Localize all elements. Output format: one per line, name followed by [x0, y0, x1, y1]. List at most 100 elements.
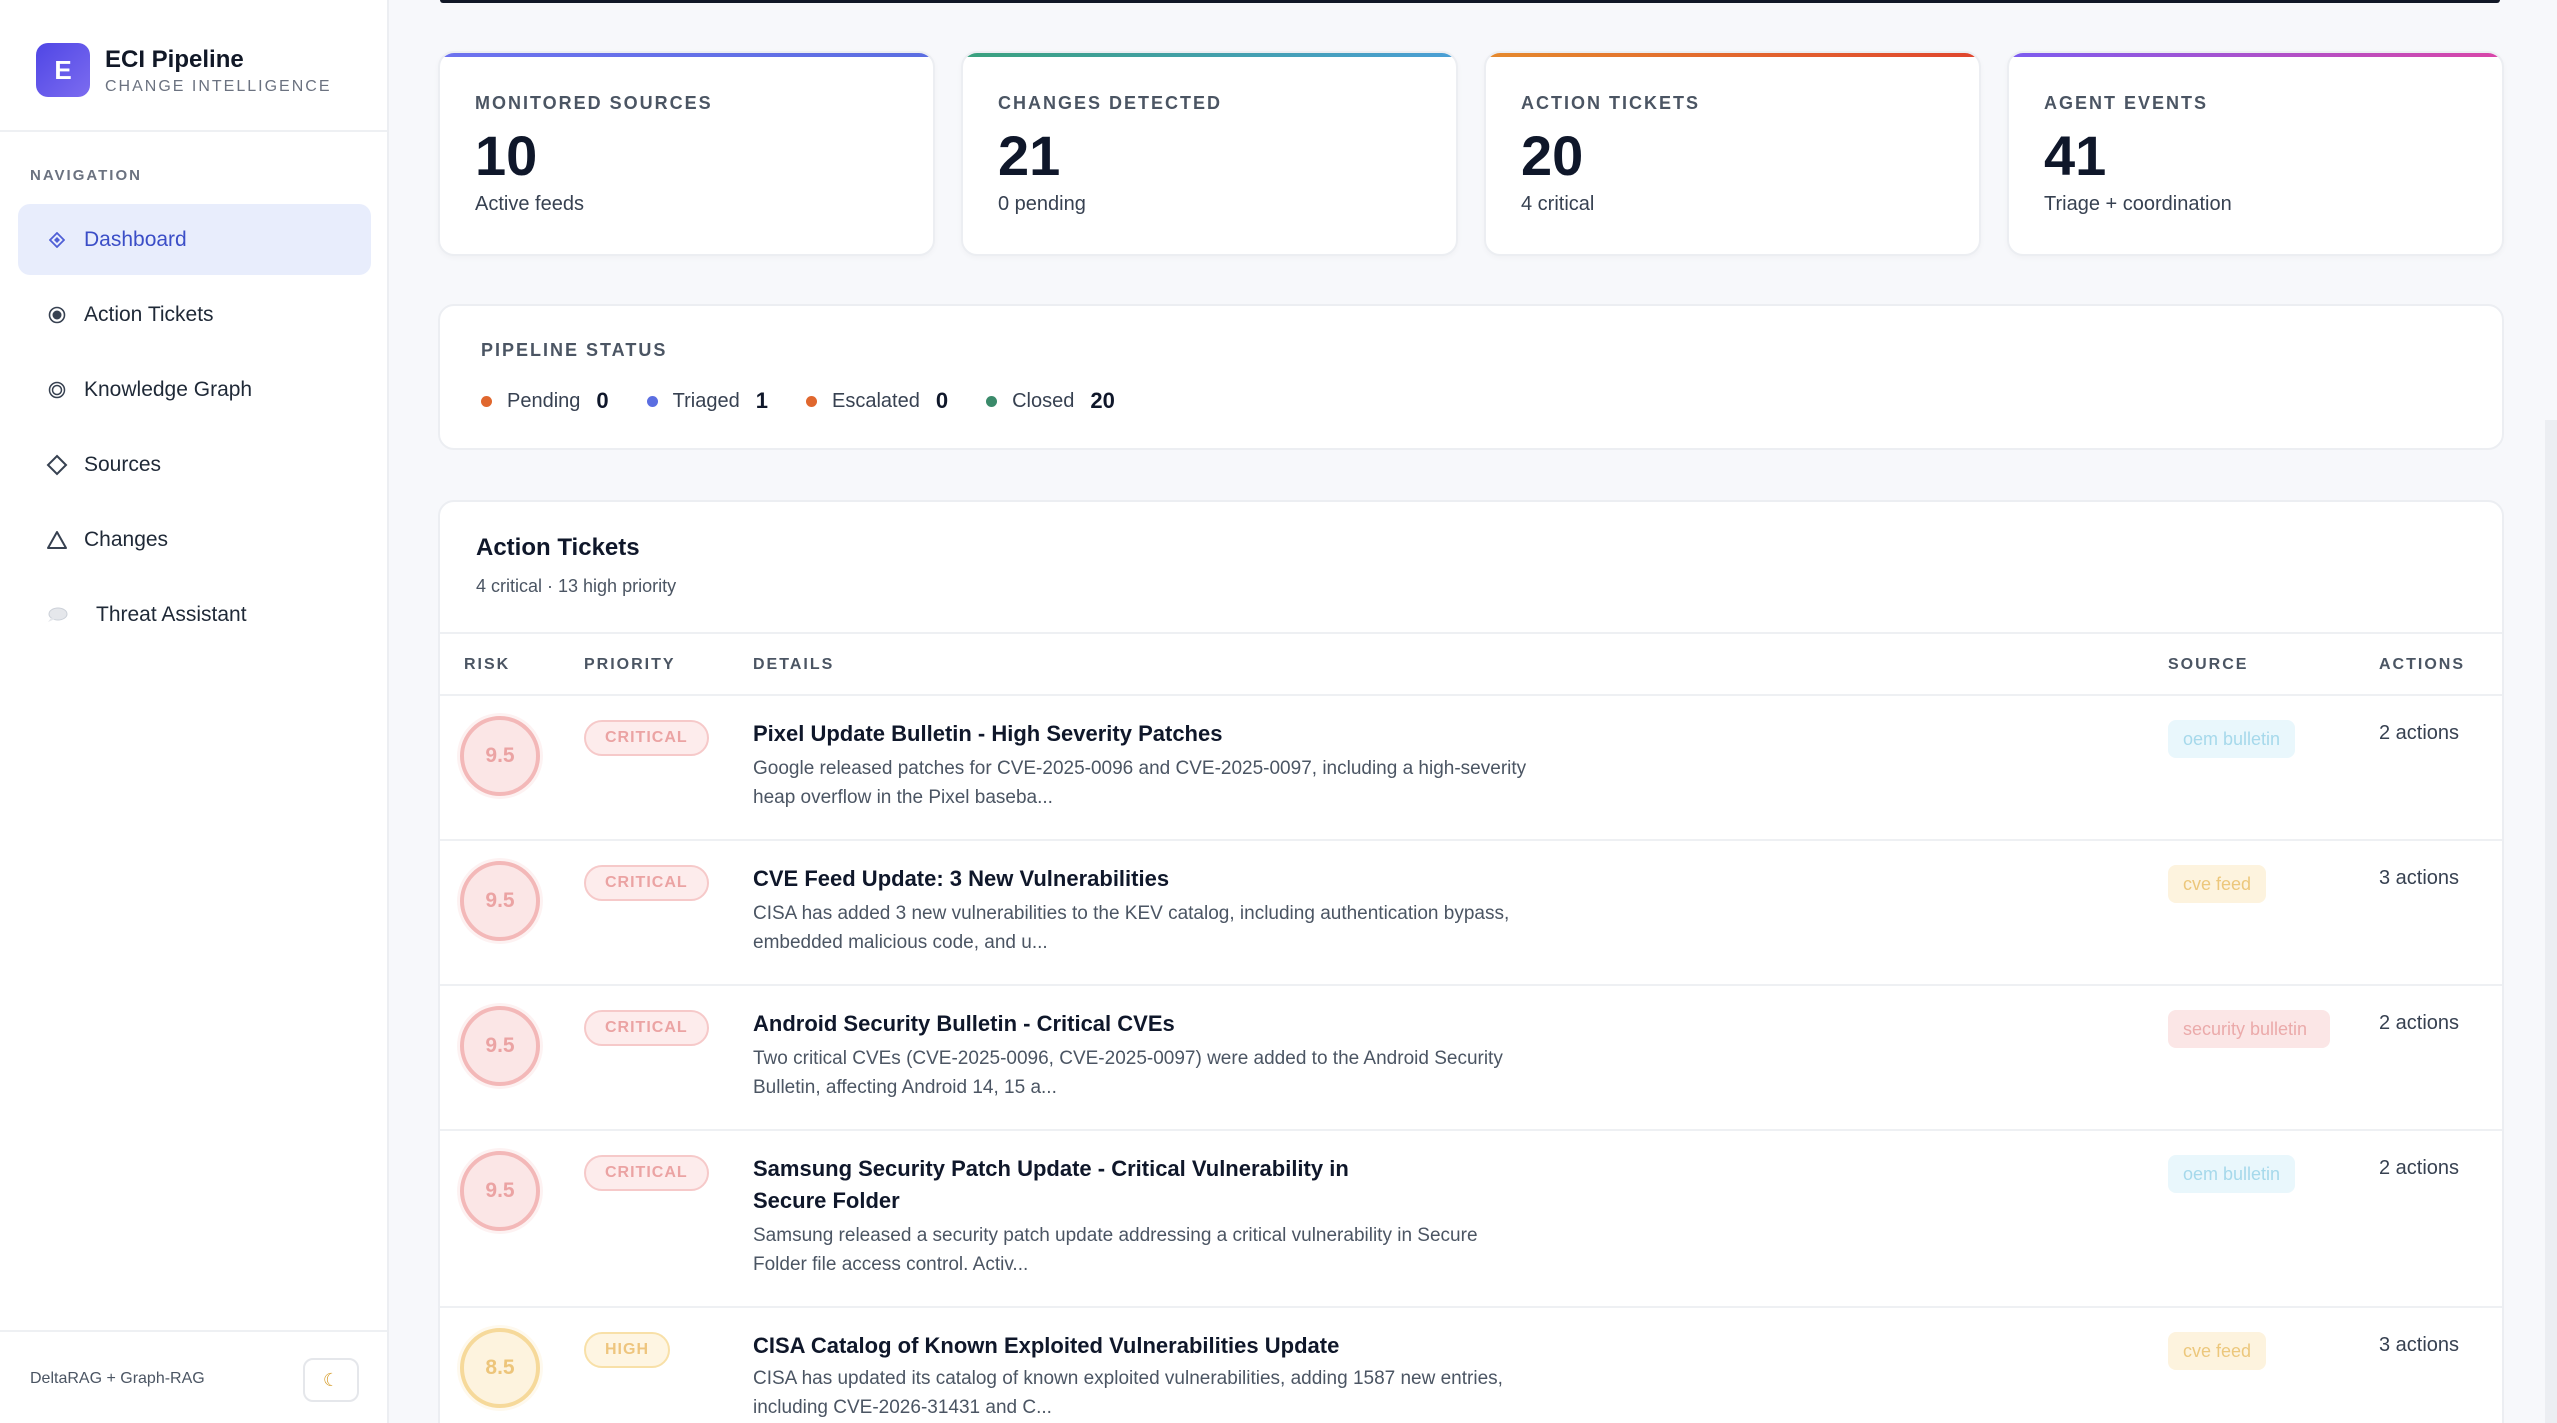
circle-icon [46, 379, 68, 401]
table-row[interactable]: 8.5 HIGH CISA Catalog of Known Exploited… [440, 1308, 2502, 1423]
column-header-priority[interactable]: PRIORITY [584, 656, 676, 674]
sidebar: E ECI Pipeline CHANGE INTELLIGENCE NAVIG… [0, 0, 389, 1423]
pipeline-stat-value: 20 [1090, 388, 1115, 413]
ticket-title[interactable]: CVE Feed Update: 3 New Vulnerabilities [753, 863, 1169, 895]
ticket-description: CISA has updated its catalog of known ex… [753, 1368, 1503, 1418]
column-header-risk[interactable]: RISK [464, 656, 510, 674]
pipeline-stat-value: 0 [596, 388, 609, 413]
risk-score: 9.5 [460, 861, 540, 941]
nav-item-sources[interactable]: Sources [18, 429, 371, 500]
nav-item-label: Threat Assistant [96, 602, 247, 626]
pipeline-stat-pending: Pending 0 [481, 388, 609, 414]
column-header-source[interactable]: SOURCE [2168, 656, 2248, 674]
table-row[interactable]: 9.5 CRITICAL CVE Feed Update: 3 New Vuln… [440, 841, 2502, 986]
pipeline-stat-closed: Closed 20 [986, 388, 1115, 414]
divider [0, 130, 387, 132]
priority-badge: CRITICAL [584, 865, 709, 901]
actions-count[interactable]: 2 actions [2379, 722, 2459, 745]
accent-bar [1486, 53, 1979, 57]
pipeline-stat-label: Triaged [672, 389, 740, 412]
top-divider [440, 0, 2500, 3]
actions-count[interactable]: 2 actions [2379, 1012, 2459, 1035]
stat-value: 20 [1521, 124, 1584, 187]
nav-item-action-tickets[interactable]: Action Tickets [18, 279, 371, 350]
ticket-title[interactable]: Samsung Security Patch Update - Critical… [753, 1153, 1413, 1217]
stat-label: CHANGES DETECTED [998, 93, 1223, 113]
priority-badge: CRITICAL [584, 720, 709, 756]
diamond-icon [46, 229, 68, 251]
ticket-description: Two critical CVEs (CVE-2025-0096, CVE-20… [753, 1048, 1503, 1098]
source-badge: cve feed [2168, 865, 2267, 903]
pipeline-stat-label: Closed [1012, 389, 1075, 412]
pipeline-stat-escalated: Escalated 0 [805, 388, 949, 414]
nav-item-threat-assistant[interactable]: Threat Assistant [18, 579, 371, 650]
ticket-title[interactable]: Android Security Bulletin - Critical CVE… [753, 1008, 1175, 1040]
accent-bar [2009, 53, 2502, 57]
scrollbar[interactable] [2545, 420, 2557, 1423]
panel-subtitle: 4 critical · 13 high priority [476, 576, 677, 596]
brand-subtitle: CHANGE INTELLIGENCE [105, 77, 332, 95]
nav-item-changes[interactable]: Changes [18, 504, 371, 575]
brand[interactable]: E ECI Pipeline CHANGE INTELLIGENCE [36, 43, 331, 97]
table-row[interactable]: 9.5 CRITICAL Samsung Security Patch Upda… [440, 1131, 2502, 1308]
nav-item-knowledge-graph[interactable]: Knowledge Graph [18, 354, 371, 425]
brand-title: ECI Pipeline [105, 45, 244, 73]
stat-label: ACTION TICKETS [1521, 93, 1700, 113]
ticket-description: Samsung released a security patch update… [753, 1225, 1478, 1275]
nav-section-label: NAVIGATION [30, 167, 142, 184]
diamond-outline-icon [46, 454, 68, 476]
moon-icon: ☾ [322, 1369, 340, 1390]
pipeline-stat-label: Escalated [831, 389, 920, 412]
source-badge: oem bulletin [2168, 1155, 2296, 1193]
theme-toggle-button[interactable]: ☾ [303, 1358, 359, 1402]
risk-score: 8.5 [460, 1328, 540, 1408]
stat-subtext: Active feeds [475, 193, 584, 215]
risk-score: 9.5 [460, 1151, 540, 1231]
stat-value: 41 [2044, 124, 2107, 187]
risk-score: 9.5 [460, 716, 540, 796]
target-icon [46, 304, 68, 326]
actions-count[interactable]: 3 actions [2379, 867, 2459, 890]
stat-value: 10 [475, 124, 538, 187]
stat-card-changes-detected: CHANGES DETECTED 21 0 pending [961, 51, 1458, 256]
nav-item-label: Knowledge Graph [84, 377, 253, 401]
nav-item-label: Changes [84, 527, 169, 551]
ticket-description: Google released patches for CVE-2025-009… [753, 758, 1527, 808]
footer-text: DeltaRAG + Graph-RAG [30, 1370, 205, 1387]
status-dot [986, 395, 998, 407]
priority-badge: HIGH [584, 1332, 670, 1368]
source-badge: oem bulletin [2168, 720, 2296, 758]
pipeline-stat-value: 0 [935, 388, 949, 413]
ticket-title[interactable]: Pixel Update Bulletin - High Severity Pa… [753, 718, 1222, 750]
actions-count[interactable]: 2 actions [2379, 1157, 2459, 1180]
pipeline-stat-triaged: Triaged 1 [646, 388, 768, 414]
ticket-title[interactable]: CISA Catalog of Known Exploited Vulnerab… [753, 1330, 1339, 1362]
column-header-details[interactable]: DETAILS [753, 656, 834, 674]
stat-card-monitored-sources: MONITORED SOURCES 10 Active feeds [438, 51, 935, 256]
brand-logo: E [36, 43, 90, 97]
nav-item-label: Dashboard [84, 227, 187, 251]
nav-item-dashboard[interactable]: Dashboard [18, 204, 371, 275]
pipeline-title: PIPELINE STATUS [481, 340, 668, 360]
priority-badge: CRITICAL [584, 1010, 709, 1046]
priority-badge: CRITICAL [584, 1155, 709, 1191]
pipeline-stat-label: Pending [507, 389, 581, 412]
nav-menu: Dashboard Action Tickets Knowledge Graph… [18, 204, 371, 654]
status-dot [481, 395, 492, 407]
stat-label: MONITORED SOURCES [475, 93, 713, 113]
column-header-actions[interactable]: ACTIONS [2379, 656, 2465, 674]
status-dot [646, 395, 658, 407]
pipeline-status-panel: PIPELINE STATUS Pending 0 Triaged 1 Esca… [438, 304, 2504, 450]
actions-count[interactable]: 3 actions [2379, 1334, 2459, 1357]
stat-card-agent-events: AGENT EVENTS 41 Triage + coordination [2007, 51, 2504, 256]
stat-subtext: 4 critical [1521, 193, 1595, 215]
table-row[interactable]: 9.5 CRITICAL Pixel Update Bulletin - Hig… [440, 696, 2502, 841]
speech-bubble-icon [46, 604, 68, 626]
stat-label: AGENT EVENTS [2044, 93, 2209, 113]
triangle-icon [46, 529, 68, 551]
stat-value: 21 [998, 124, 1061, 187]
sidebar-footer: DeltaRAG + Graph-RAG ☾ [0, 1330, 387, 1423]
table-row[interactable]: 9.5 CRITICAL Android Security Bulletin -… [440, 986, 2502, 1131]
risk-score: 9.5 [460, 1006, 540, 1086]
accent-bar [963, 53, 1456, 57]
